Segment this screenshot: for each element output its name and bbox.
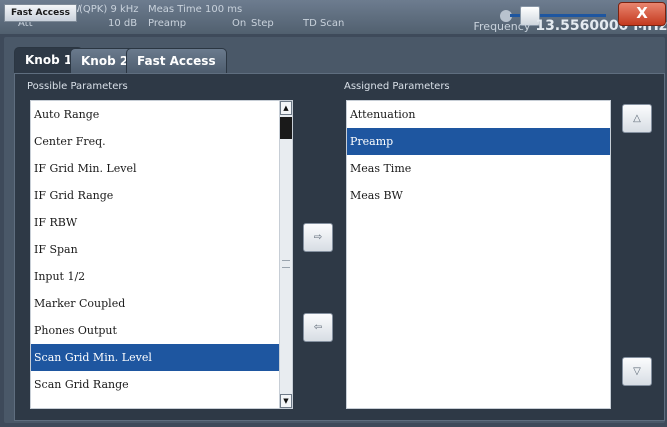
possible-items: Auto Range Center Freq. IF Grid Min. Level… xyxy=(31,101,292,398)
header-setting-text: Preamp xyxy=(148,18,187,29)
header-setting-text: (QPK) 9 kHz xyxy=(79,4,139,15)
header-setting-text: 100 ms xyxy=(205,4,243,15)
list-item[interactable]: IF Span xyxy=(31,236,292,263)
list-item[interactable]: Scan Grid Min. Level xyxy=(31,344,292,371)
move-up-button[interactable]: △ xyxy=(622,104,652,133)
list-item[interactable]: Preamp xyxy=(347,128,610,155)
list-item[interactable]: Center Freq. xyxy=(31,128,292,155)
header-setting-text: On xyxy=(232,18,247,29)
assigned-parameters-label: Assigned Parameters xyxy=(344,81,450,92)
list-item[interactable]: IF RBW xyxy=(31,209,292,236)
arrow-right-icon: ⇨ xyxy=(313,232,323,243)
possible-parameters-list[interactable]: Auto Range Center Freq. IF Grid Min. Level… xyxy=(30,100,293,409)
frequency-label: Frequency xyxy=(473,20,531,33)
tab-fast-access[interactable]: Fast Access xyxy=(126,48,227,74)
list-item[interactable]: Meas Time xyxy=(347,155,610,182)
list-item[interactable]: Input 1/2 xyxy=(31,263,292,290)
remove-parameter-button[interactable]: ⇦ xyxy=(303,313,333,342)
header-setting-text: Meas Time xyxy=(148,4,202,15)
scroll-up-icon[interactable]: ▲ xyxy=(280,101,292,115)
scroll-grip-icon xyxy=(282,260,290,268)
scroll-down-icon[interactable]: ▼ xyxy=(280,394,292,408)
fast-access-dialog: Knob 1 Knob 2 Fast Access Possible Paramet… xyxy=(4,37,665,423)
possible-list-scrollbar[interactable]: ▲ ▼ xyxy=(279,101,292,408)
scroll-thumb[interactable] xyxy=(280,117,292,139)
tab-panel: Possible Parameters Assigned Parameters … xyxy=(14,73,665,421)
instrument-header: RBW(QPK) 9 kHzMeas Time100 msAtt10 dBPre… xyxy=(0,0,667,34)
header-setting-text: Step xyxy=(251,18,274,29)
list-item[interactable]: Auto Range xyxy=(31,101,292,128)
list-item[interactable]: Scan Grid Range xyxy=(31,371,292,398)
possible-parameters-label: Possible Parameters xyxy=(27,81,128,92)
assigned-items: Attenuation Preamp Meas Time Meas BW xyxy=(347,101,610,209)
triangle-up-icon: △ xyxy=(633,113,641,124)
add-parameter-button[interactable]: ⇨ xyxy=(303,223,333,252)
triangle-down-icon: ▽ xyxy=(633,366,641,377)
list-item[interactable]: Meas BW xyxy=(347,182,610,209)
list-item[interactable]: Phones Output xyxy=(31,317,292,344)
assigned-parameters-list[interactable]: Attenuation Preamp Meas Time Meas BW xyxy=(346,100,611,409)
list-item[interactable]: Marker Coupled xyxy=(31,290,292,317)
arrow-left-icon: ⇦ xyxy=(313,322,323,333)
close-button[interactable]: X xyxy=(618,2,666,26)
list-item[interactable]: Attenuation xyxy=(347,101,610,128)
header-setting-text: TD Scan xyxy=(303,18,345,29)
dialog-title: Fast Access xyxy=(4,4,77,22)
header-setting-text: 10 dB xyxy=(108,18,138,29)
list-item[interactable]: IF Grid Min. Level xyxy=(31,155,292,182)
move-down-button[interactable]: ▽ xyxy=(622,357,652,386)
list-item[interactable]: IF Grid Range xyxy=(31,182,292,209)
